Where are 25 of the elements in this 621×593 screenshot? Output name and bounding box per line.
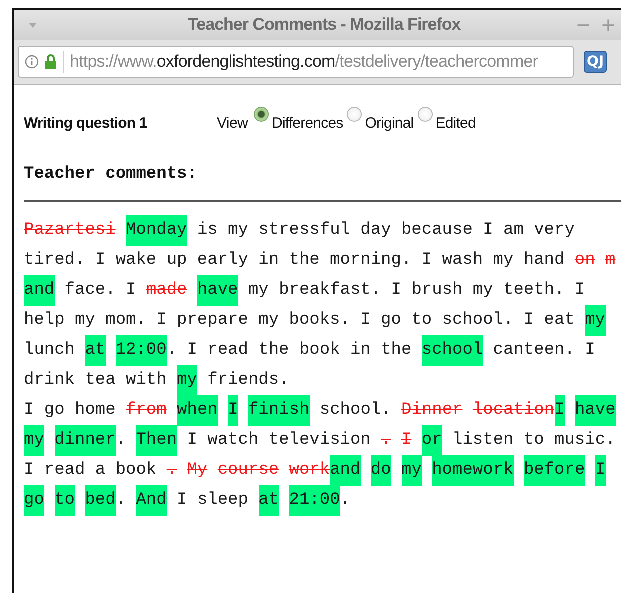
radio-button[interactable]: [418, 106, 433, 122]
comment-line: I read a book . My course workand do my homework before I: [24, 456, 621, 486]
comment-line: help my mom. I prepare my books. I go to school. I eat my: [24, 306, 621, 336]
question-title: Writing question 1: [24, 114, 148, 132]
radio-label[interactable]: Differences: [272, 114, 344, 132]
radio-label[interactable]: Original: [365, 114, 414, 132]
url-text[interactable]: https://www.oxfordenglishtesting.com/testdelivery/teachercommer: [70, 52, 538, 72]
comment-line: I go home from when I finish school. Dinner locationI have: [24, 396, 621, 426]
extension-button[interactable]: QJ: [584, 51, 608, 73]
window-title: Teacher Comments - Mozilla Firefox: [187, 15, 462, 35]
comment-line: tired. I wake up early in the morning. I wash my hand on m: [24, 250, 617, 272]
comment-line: drink tea with my friends.: [24, 366, 621, 396]
address-field[interactable]: https://www.oxfordenglishtesting.com/testdelivery/teachercommer: [18, 46, 574, 78]
comment-line: go to bed. And I sleep at 21:00.: [24, 486, 621, 516]
radio-button[interactable]: [347, 106, 362, 122]
comment-line: and face. I made have my breakfast. I brush my teeth. I: [24, 276, 621, 306]
radio-button[interactable]: [254, 106, 270, 122]
view-label: View: [217, 114, 248, 132]
comment-line: Pazartesi Monday is my stressful day because I am very: [24, 216, 621, 246]
info-icon[interactable]: [25, 55, 39, 69]
radio-label[interactable]: Edited: [436, 114, 476, 132]
comment-line: my dinner. Then I watch television . I or listen to music.: [24, 426, 621, 456]
comment-line: lunch at 12:00. I read the book in the school canteen. I: [24, 336, 621, 366]
section-heading: Teacher comments:: [24, 165, 198, 184]
lock-icon[interactable]: [45, 54, 57, 70]
